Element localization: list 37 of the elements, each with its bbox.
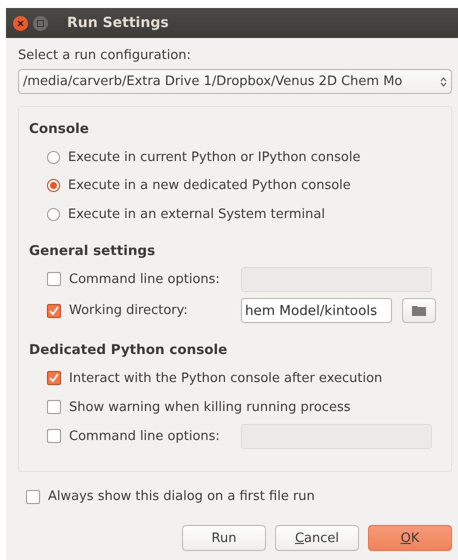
window-title: Run Settings: [67, 15, 169, 31]
option-label: Execute in current Python or IPython console: [68, 150, 360, 165]
checkbox[interactable]: [47, 272, 61, 286]
input-field[interactable]: [241, 266, 432, 292]
dialog-button[interactable]: Run: [182, 525, 266, 551]
checkbox[interactable]: [47, 304, 61, 318]
radio-button[interactable]: [47, 179, 60, 192]
option-label: Always show this dialog on a first file run: [48, 489, 315, 504]
input-field[interactable]: [241, 424, 432, 448]
close-icon: [17, 20, 24, 26]
option-label: Command line options:: [69, 428, 221, 444]
dialog-button[interactable]: OK: [368, 525, 452, 551]
square-icon: [37, 20, 44, 26]
radio-button[interactable]: [47, 208, 60, 221]
configuration-label: Select a run configuration:: [18, 48, 192, 63]
minimize-button[interactable]: [33, 16, 48, 30]
close-button[interactable]: [13, 16, 28, 30]
input-field[interactable]: hem Model/kintools: [241, 298, 392, 323]
dialog-button[interactable]: Cancel: [275, 525, 359, 551]
option-label: Show warning when killing running process: [69, 400, 350, 414]
option-label: Command line options:: [69, 272, 221, 286]
checkbox[interactable]: [47, 400, 61, 414]
option-label: Working directory:: [69, 303, 189, 318]
checkbox[interactable]: [47, 429, 61, 443]
checkbox[interactable]: [26, 490, 40, 504]
folder-icon: [412, 305, 426, 316]
option-label: Interact with the Python console after execution: [69, 370, 382, 386]
option-label: Execute in a new dedicated Python console: [68, 178, 351, 194]
browse-button[interactable]: [402, 298, 436, 323]
configuration-select[interactable]: /media/carverb/Extra Drive 1/Dropbox/Venus 2D Chem Mo: [18, 69, 452, 94]
checkbox[interactable]: [47, 371, 61, 385]
section-title: Dedicated Python console: [29, 342, 228, 358]
section-title: Console: [29, 121, 90, 137]
radio-button[interactable]: [47, 150, 60, 164]
section-title: General settings: [29, 242, 156, 258]
spinner-arrows-icon: [440, 76, 447, 88]
option-label: Execute in an external System terminal: [68, 206, 325, 222]
